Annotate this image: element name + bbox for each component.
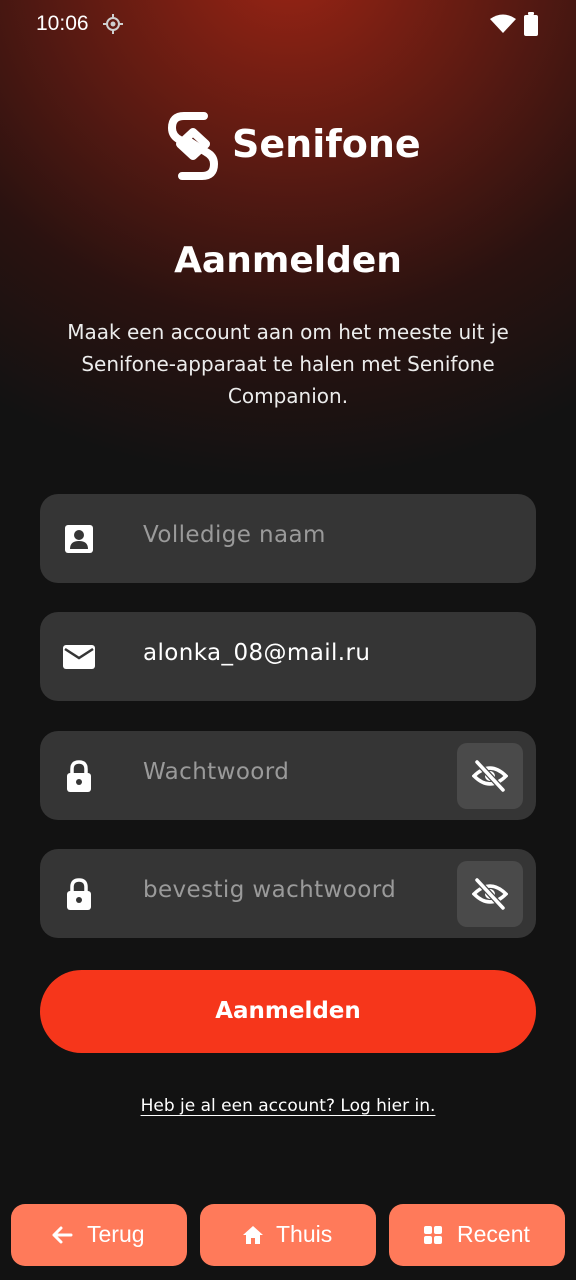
nav-back-label: Terug xyxy=(87,1221,145,1247)
register-submit-button[interactable]: Aanmelden xyxy=(40,970,536,1053)
lock-icon xyxy=(62,877,96,911)
brand-name: Senifone xyxy=(232,122,421,166)
location-icon xyxy=(103,14,123,38)
login-link[interactable]: Heb je al een account? Log hier in. xyxy=(141,1096,436,1116)
nav-recent-label: Recent xyxy=(457,1221,530,1247)
status-time: 10:06 xyxy=(36,12,89,35)
eye-off-icon xyxy=(472,759,508,793)
nav-recent-button[interactable]: Recent xyxy=(389,1204,565,1266)
wifi-icon xyxy=(490,14,516,38)
grid-icon xyxy=(423,1224,443,1251)
mail-icon xyxy=(62,640,96,674)
brand-logo: Senifone xyxy=(166,110,421,186)
nav-home-button[interactable]: Thuis xyxy=(200,1204,376,1266)
toggle-password-visibility-button[interactable] xyxy=(457,743,523,809)
lock-icon xyxy=(62,759,96,793)
password-field[interactable]: Wachtwoord xyxy=(40,731,536,820)
battery-icon xyxy=(524,12,538,40)
password-placeholder: Wachtwoord xyxy=(143,759,290,785)
senifone-logo-icon xyxy=(166,110,220,186)
eye-off-icon xyxy=(472,877,508,911)
full-name-placeholder: Volledige naam xyxy=(143,522,326,548)
confirm-password-field[interactable]: bevestig wachtwoord xyxy=(40,849,536,938)
home-icon xyxy=(242,1224,264,1251)
page-subtitle: Maak een account aan om het meeste uit j… xyxy=(67,320,509,408)
nav-home-label: Thuis xyxy=(276,1221,333,1247)
email-value: alonka_08@mail.ru xyxy=(143,640,371,666)
nav-back-button[interactable]: Terug xyxy=(11,1204,187,1266)
login-link-row: Heb je al een account? Log hier in. xyxy=(0,1096,576,1116)
person-card-icon xyxy=(62,522,96,556)
email-field[interactable]: alonka_08@mail.ru xyxy=(40,612,536,701)
arrow-left-icon xyxy=(51,1224,73,1251)
status-bar: 10:06 xyxy=(0,0,576,50)
confirm-password-placeholder: bevestig wachtwoord xyxy=(143,877,397,903)
toggle-confirm-password-visibility-button[interactable] xyxy=(457,861,523,927)
full-name-field[interactable]: Volledige naam xyxy=(40,494,536,583)
page-title: Aanmelden xyxy=(174,240,402,281)
